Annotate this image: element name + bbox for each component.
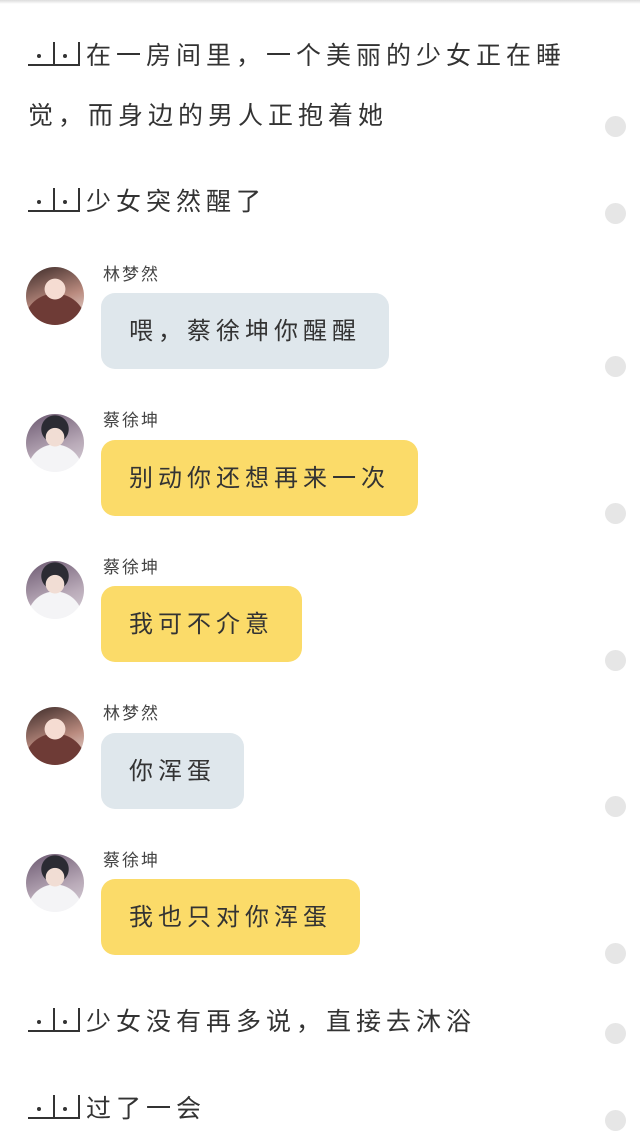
top-edge-shadow [0, 0, 640, 4]
narration-line: 过了一会 [28, 1079, 588, 1139]
avatar[interactable] [26, 414, 84, 472]
chat-bubble[interactable]: 我也只对你浑蛋 [101, 879, 360, 955]
select-radio[interactable] [605, 1023, 626, 1044]
narration-text: 少女没有再多说，直接去沐浴 [86, 1007, 477, 1036]
chat-bubble[interactable]: 别动你还想再来一次 [101, 440, 418, 516]
select-radio[interactable] [605, 116, 626, 137]
narration-marker-icon [28, 186, 80, 212]
narration-marker-icon [28, 40, 80, 66]
select-radio[interactable] [605, 203, 626, 224]
narration-line: 少女突然醒了 [28, 172, 588, 232]
narration-text: 在一房间里，一个美丽的少女正在睡觉，而身边的男人正抱着她 [28, 41, 567, 130]
avatar[interactable] [26, 561, 84, 619]
narration-marker-icon [28, 1093, 80, 1119]
chat-bubble[interactable]: 我可不介意 [101, 586, 302, 662]
sender-name: 蔡徐坤 [103, 411, 160, 431]
sender-name: 蔡徐坤 [103, 558, 160, 578]
select-radio[interactable] [605, 356, 626, 377]
select-radio[interactable] [605, 796, 626, 817]
chat-bubble[interactable]: 喂，蔡徐坤你醒醒 [101, 293, 389, 369]
narration-line: 在一房间里，一个美丽的少女正在睡觉，而身边的男人正抱着她 [28, 26, 588, 146]
narration-line: 少女没有再多说，直接去沐浴 [28, 992, 588, 1052]
narration-text: 少女突然醒了 [86, 187, 267, 216]
narration-marker-icon [28, 1006, 80, 1032]
select-radio[interactable] [605, 1110, 626, 1131]
select-radio[interactable] [605, 503, 626, 524]
sender-name: 林梦然 [103, 265, 160, 285]
sender-name: 林梦然 [103, 704, 160, 724]
select-radio[interactable] [605, 943, 626, 964]
select-radio[interactable] [605, 650, 626, 671]
avatar[interactable] [26, 267, 84, 325]
avatar[interactable] [26, 854, 84, 912]
chat-bubble[interactable]: 你浑蛋 [101, 733, 244, 809]
narration-text: 过了一会 [86, 1094, 207, 1123]
sender-name: 蔡徐坤 [103, 851, 160, 871]
avatar[interactable] [26, 707, 84, 765]
